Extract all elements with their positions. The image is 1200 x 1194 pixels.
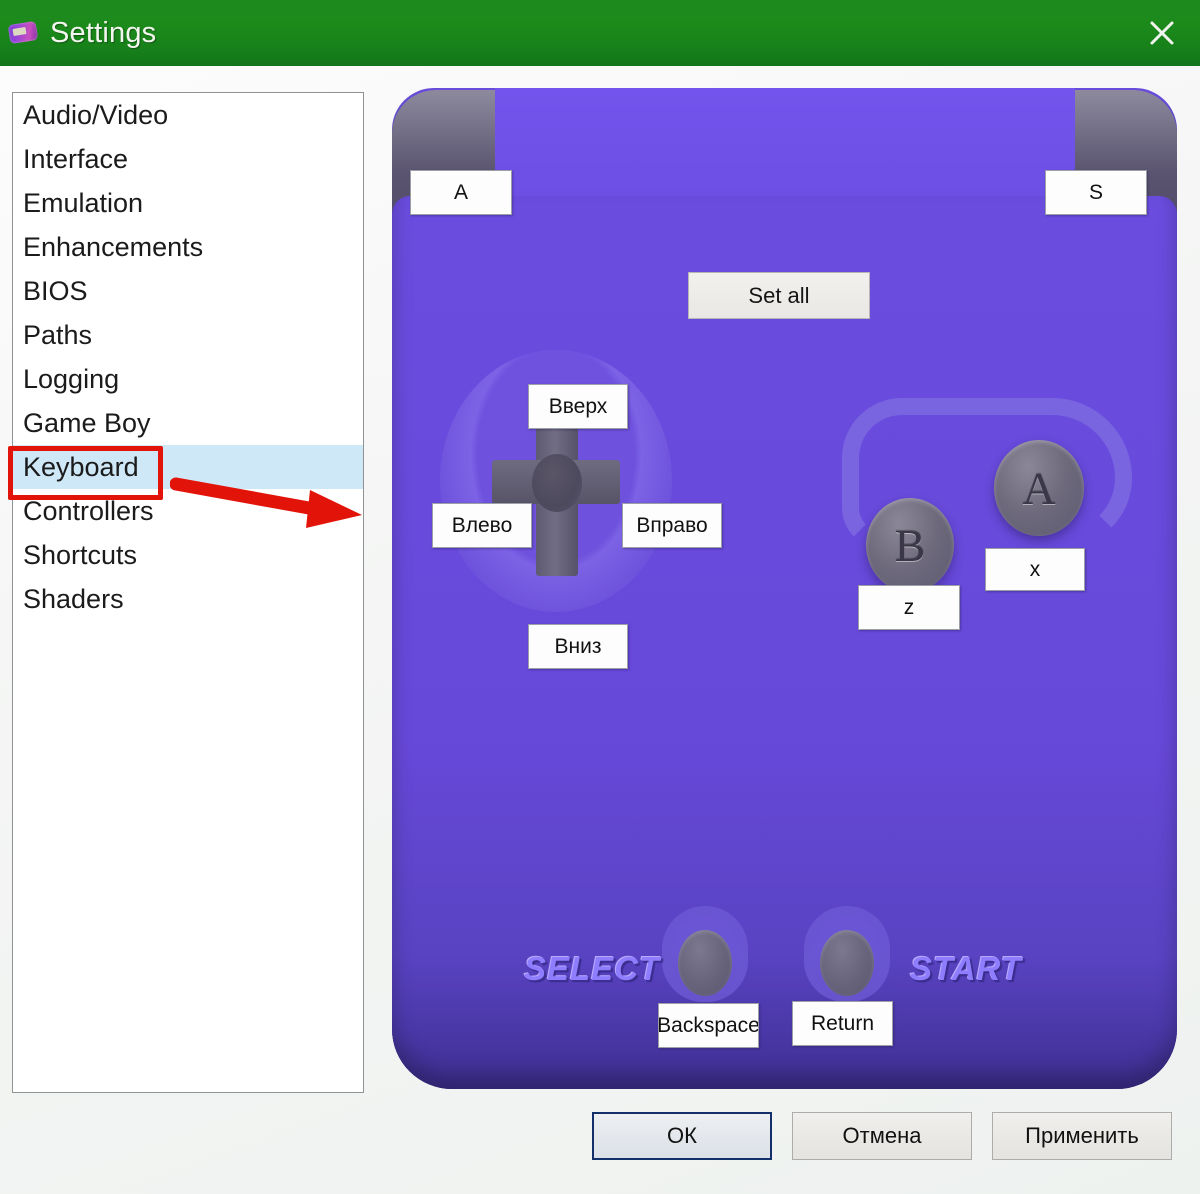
settings-window: Settings Audio/Video Interface Emulation En… xyxy=(0,0,1200,1194)
window-titlebar: Settings xyxy=(0,0,1200,66)
sidebar-item-logging[interactable]: Logging xyxy=(13,357,363,401)
keybinding-field-r[interactable]: S xyxy=(1045,170,1147,215)
sidebar-item-keyboard[interactable]: Keyboard xyxy=(13,445,363,489)
gba-controller-diagram: B A SELECT START Set all A S Вверх Влево… xyxy=(392,88,1177,1089)
gba-front-face xyxy=(392,196,1177,1089)
sidebar-item-enhancements[interactable]: Enhancements xyxy=(13,225,363,269)
keybinding-field-up[interactable]: Вверх xyxy=(528,384,628,429)
cancel-button[interactable]: Отмена xyxy=(792,1112,972,1160)
set-all-button[interactable]: Set all xyxy=(688,272,870,319)
face-button-a-glyph: A xyxy=(1022,462,1056,514)
close-icon[interactable] xyxy=(1140,12,1184,54)
sidebar-item-bios[interactable]: BIOS xyxy=(13,269,363,313)
sidebar-item-interface[interactable]: Interface xyxy=(13,137,363,181)
ok-button[interactable]: ОК xyxy=(592,1112,772,1160)
sidebar-item-emulation[interactable]: Emulation xyxy=(13,181,363,225)
keybinding-field-a[interactable]: x xyxy=(985,548,1085,591)
keybinding-field-right[interactable]: Вправо xyxy=(622,503,722,548)
keybinding-field-start[interactable]: Return xyxy=(792,1001,893,1046)
sidebar-item-paths[interactable]: Paths xyxy=(13,313,363,357)
sidebar-item-audio-video[interactable]: Audio/Video xyxy=(13,93,363,137)
select-label: SELECT xyxy=(524,950,661,987)
keybinding-field-b[interactable]: z xyxy=(858,585,960,630)
face-button-b-glyph: B xyxy=(894,519,926,571)
gba-console-icon xyxy=(6,18,40,48)
sidebar-item-shaders[interactable]: Shaders xyxy=(13,577,363,621)
keybinding-field-select[interactable]: Backspace xyxy=(658,1003,759,1048)
keybinding-field-l[interactable]: A xyxy=(410,170,512,215)
select-button-knob xyxy=(678,930,732,996)
start-button-knob xyxy=(820,930,874,996)
window-title: Settings xyxy=(50,16,157,49)
face-button-b: B xyxy=(866,498,954,592)
sidebar-item-game-boy[interactable]: Game Boy xyxy=(13,401,363,445)
keybinding-field-down[interactable]: Вниз xyxy=(528,624,628,669)
sidebar-item-controllers[interactable]: Controllers xyxy=(13,489,363,533)
start-label: START xyxy=(910,950,1022,987)
keybinding-field-left[interactable]: Влево xyxy=(432,503,532,548)
apply-button[interactable]: Применить xyxy=(992,1112,1172,1160)
sidebar-item-shortcuts[interactable]: Shortcuts xyxy=(13,533,363,577)
face-button-a: A xyxy=(994,440,1084,536)
settings-category-list[interactable]: Audio/Video Interface Emulation Enhancement… xyxy=(12,92,364,1093)
